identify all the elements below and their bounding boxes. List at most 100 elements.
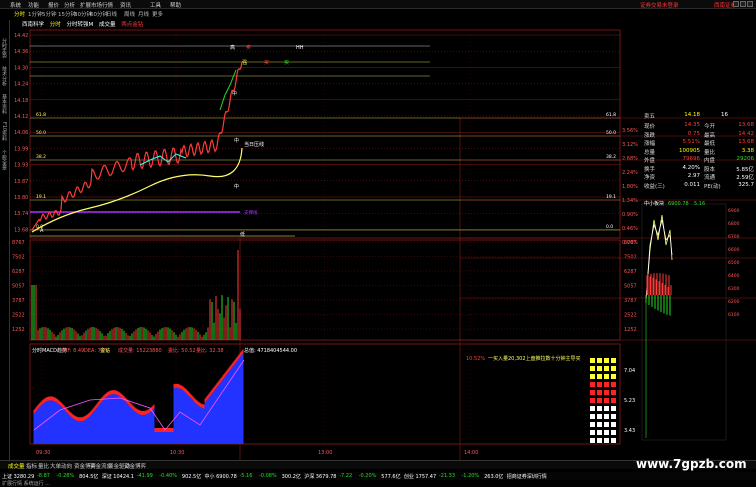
status-item: -1.20%: [461, 473, 480, 479]
signal-square: [604, 438, 609, 443]
signal-square: [597, 374, 602, 379]
price-axis-label: 13.99: [14, 146, 28, 152]
signal-square: [604, 382, 609, 387]
pct-axis-label: 1.80%: [622, 184, 638, 190]
quote-label-2: PE(动): [704, 183, 721, 190]
quote-value: 2.97: [687, 173, 700, 179]
mini-axis-label: 6600: [728, 247, 740, 253]
quote-row: 现价 14.35 今开 13.68: [640, 122, 756, 130]
fib-label-right: 0.0: [606, 224, 613, 230]
high-mark: 高: [230, 44, 235, 51]
quote-header-price: 14.18: [684, 112, 700, 118]
signal-square: [590, 390, 595, 395]
status-item: 300.2亿: [281, 474, 301, 480]
mini-axis-label: 6400: [728, 273, 740, 279]
volume-axis-label-right: 5057: [624, 284, 637, 290]
buy-mark: 买: [264, 59, 269, 66]
signal-square: [611, 438, 616, 443]
pct-axis-label: 0.90%: [622, 212, 638, 218]
volume-axis-label: 8767: [12, 240, 25, 246]
quote-row: 总量 100905 量比 3.38: [640, 148, 756, 156]
quote-label: 收益(三): [644, 183, 665, 190]
signal-square: [611, 390, 616, 395]
quote-value: 0.75: [687, 130, 700, 137]
price-axis-label: 13.74: [14, 211, 28, 217]
buy-mark-2: 买: [284, 59, 289, 66]
status-item: 中小 6900.78: [204, 474, 237, 480]
status-item: -0.28%: [56, 473, 75, 479]
signal-value: 10.52%: [466, 356, 485, 362]
signal-square: [604, 406, 609, 411]
price-line: [31, 61, 243, 231]
mid-mark-top: 中: [232, 90, 237, 97]
signal-square: [611, 366, 616, 371]
quote-value-2: 2.59亿: [736, 175, 754, 181]
volume-frame: [29, 239, 621, 341]
price-axis-label: 13.93: [14, 163, 28, 169]
signal-square: [597, 366, 602, 371]
signal-square: [590, 374, 595, 379]
signal-square: [604, 430, 609, 435]
status-line2-text: 扩展行情 系统运行 ...: [2, 481, 50, 487]
mini-axis-label: 6500: [728, 260, 740, 266]
signal-square: [597, 358, 602, 363]
quote-header-vol: 16: [721, 112, 728, 118]
mini-axis-label: 6300: [728, 286, 740, 292]
fib-label: 19.1: [36, 194, 46, 200]
time-axis-label: 10:30: [170, 450, 184, 456]
strong-mark: 强: [242, 60, 247, 66]
bottom-tab-0[interactable]: 成交量: [8, 462, 25, 470]
quote-value-2: 14.42: [738, 130, 754, 137]
today-pressure-mark: 当日压线: [244, 141, 264, 148]
bottom-tab-7[interactable]: 资金博弈: [124, 462, 146, 470]
time-axis-label: 09:30: [36, 450, 50, 456]
status-item: -0.08%: [259, 473, 277, 479]
quote-row: 涨幅 5.51% 最低 13.68: [640, 139, 756, 147]
mini-axis-label: 6800: [728, 221, 740, 227]
status-item: -0.40%: [159, 473, 177, 479]
signal-square: [590, 422, 595, 427]
signal-square: [611, 414, 616, 419]
quote-label-2: 最高: [704, 132, 716, 139]
mini-chart-frame: [641, 203, 727, 441]
status-item: 上证 3280.29: [2, 474, 35, 480]
average-line: [31, 147, 243, 233]
low-mark: 低: [240, 231, 245, 238]
status-item: -21.33: [438, 473, 456, 479]
price-axis-label: 14.30: [14, 65, 28, 71]
signal-square: [590, 358, 595, 363]
quote-value: 79696: [682, 156, 701, 162]
fib-label: 61.8: [36, 112, 46, 118]
status-item: 577.6亿: [381, 474, 401, 480]
macd-axis-label: 5.23: [624, 398, 635, 404]
signal-square: [597, 438, 602, 443]
quote-label: 净资: [644, 175, 656, 181]
bottom-tab-1[interactable]: 指标: [26, 462, 37, 470]
mini-axis-label: 6100: [728, 312, 740, 318]
status-item: -8.87: [37, 473, 50, 479]
volume-axis-label-right: 6287: [624, 269, 637, 275]
bottom-tab-3[interactable]: 大单动向: [50, 462, 72, 470]
volume-axis-label-right: 1252: [624, 327, 637, 333]
price-axis-label: 14.24: [14, 82, 28, 88]
status-item: 804.5亿: [79, 474, 99, 480]
status-item: 263.0亿: [484, 474, 504, 480]
quote-label-2: 最低: [704, 141, 716, 147]
fib-label-right: 61.8: [606, 112, 616, 118]
status-bar-line2: 扩展行情 系统运行 ...: [0, 480, 756, 487]
quote-row: 涨跌 0.75 最高 14.42: [640, 131, 756, 139]
quote-label-2: 股本: [704, 166, 716, 173]
volume-axis-label-right: 8767: [624, 240, 637, 246]
quote-label: 现价: [644, 124, 656, 130]
macd-value: DIF: 8.49: [62, 348, 84, 354]
signal-square: [604, 398, 609, 403]
macd-total: 总值: 4718404544.00: [244, 347, 297, 354]
bottom-tab-2[interactable]: 量比: [38, 462, 49, 470]
macd-axis-label: 3.43: [624, 428, 635, 434]
fib-label-right: 50.0: [606, 130, 616, 136]
volume-axis-label-right: 3787: [624, 298, 637, 304]
quote-row: 净资 2.97 流通 2.59亿: [640, 173, 756, 181]
fib-label-right: 38.2: [606, 154, 616, 160]
status-item: 深证 10424.1: [101, 474, 134, 480]
signal-square: [604, 358, 609, 363]
